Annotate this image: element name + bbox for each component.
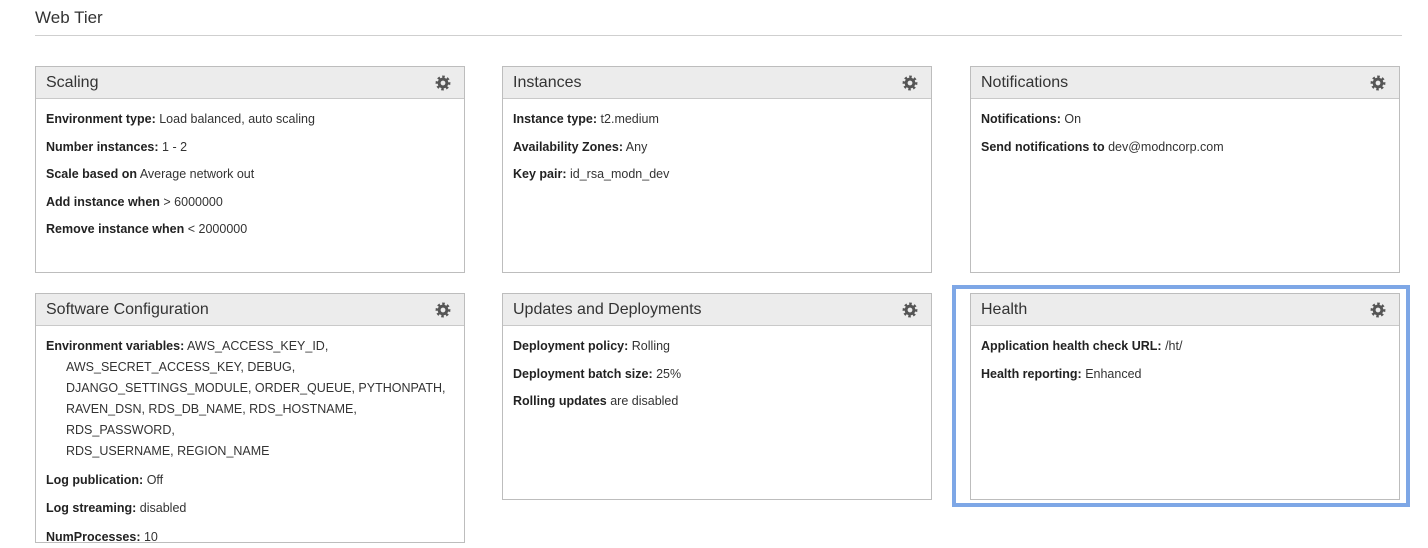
instances-row-instance-type: Instance type: t2.medium [513, 109, 921, 129]
row-value: Any [625, 139, 648, 154]
card-header: Scaling [36, 67, 464, 99]
health-row-reporting: Health reporting: Enhanced [981, 364, 1389, 384]
card-header: Health [971, 294, 1399, 326]
notifications-row-status: Notifications: On [981, 109, 1389, 129]
row-value: /ht/ [1165, 339, 1183, 353]
env-var-line: RDS_USERNAME, REGION_NAME [66, 444, 270, 458]
card-title: Notifications [981, 73, 1069, 91]
gear-icon[interactable] [1369, 74, 1387, 92]
row-value: < 2000000 [187, 222, 248, 236]
row-value: 25% [656, 366, 682, 381]
notifications-row-email: Send notifications to dev@modncorp.com [981, 137, 1389, 157]
card-header: Updates and Deployments [503, 294, 931, 326]
gear-icon[interactable] [434, 301, 452, 319]
row-label: Application health check URL: [981, 339, 1162, 353]
notifications-card: Notifications Notifications: On Send not… [970, 66, 1400, 273]
updates-deployments-card: Updates and Deployments Deployment polic… [502, 293, 932, 500]
row-value: On [1064, 112, 1082, 126]
scaling-card: Scaling Environment type: Load balanced,… [35, 66, 465, 273]
row-value: > 6000000 [163, 194, 223, 209]
row-value: Enhanced [1085, 366, 1142, 381]
row-label: Key pair: [513, 167, 567, 181]
updates-row-rolling-updates: Rolling updates are disabled [513, 391, 921, 411]
env-var-line: AWS_ACCESS_KEY_ID, [187, 339, 329, 353]
scaling-row-remove-instance: Remove instance when < 2000000 [46, 219, 454, 239]
software-configuration-card: Software Configuration Environment varia… [35, 293, 465, 544]
row-label: Health reporting: [981, 366, 1082, 381]
row-value: dev@modncorp.com [1108, 139, 1224, 154]
row-label: Environment type: [46, 112, 156, 126]
updates-row-deployment-policy: Deployment policy: Rolling [513, 336, 921, 356]
row-value: disabled [139, 501, 187, 515]
gear-icon[interactable] [901, 74, 919, 92]
row-value: Off [146, 472, 164, 487]
row-label: Environment variables: [46, 339, 185, 353]
row-label: Add instance when [46, 194, 160, 209]
row-label: Scale based on [46, 167, 138, 181]
row-label: Log streaming: [46, 501, 137, 515]
env-var-line: AWS_SECRET_ACCESS_KEY, DEBUG, [66, 360, 296, 374]
updates-row-batch-size: Deployment batch size: 25% [513, 364, 921, 384]
health-row-check-url: Application health check URL: /ht/ [981, 336, 1389, 356]
row-value: t2.medium [600, 112, 659, 126]
card-title: Health [981, 300, 1028, 318]
row-label: Instance type: [513, 112, 598, 126]
health-card: Health Application health check URL: /ht… [970, 293, 1400, 500]
scaling-row-scale-based-on: Scale based on Average network out [46, 164, 454, 184]
row-label: Send notifications to [981, 139, 1105, 154]
gear-icon[interactable] [901, 301, 919, 319]
row-value: Average network out [139, 167, 255, 181]
software-row-log-publication: Log publication: Off [46, 470, 454, 491]
card-header: Notifications [971, 67, 1399, 99]
row-value: are disabled [610, 394, 679, 408]
env-var-line: DJANGO_SETTINGS_MODULE, ORDER_QUEUE, PYT… [66, 381, 446, 395]
scaling-row-number-instances: Number instances: 1 - 2 [46, 137, 454, 157]
scaling-row-add-instance: Add instance when > 6000000 [46, 192, 454, 212]
card-title: Software Configuration [46, 300, 209, 318]
instances-card: Instances Instance type: t2.medium Avail… [502, 66, 932, 273]
software-row-environment-variables: Environment variables: AWS_ACCESS_KEY_ID… [46, 336, 454, 462]
software-row-num-processes: NumProcesses: 10 [46, 527, 454, 548]
instances-row-key-pair: Key pair: id_rsa_modn_dev [513, 164, 921, 184]
row-value: Rolling [631, 339, 670, 353]
row-label: Rolling updates [513, 394, 607, 408]
card-title: Updates and Deployments [513, 300, 702, 318]
row-value: id_rsa_modn_dev [569, 167, 670, 181]
row-label: Deployment batch size: [513, 366, 653, 381]
env-var-line: RAVEN_DSN, RDS_DB_NAME, RDS_HOSTNAME, RD… [66, 402, 357, 437]
row-label: Deployment policy: [513, 339, 629, 353]
row-value: 1 - 2 [162, 139, 188, 154]
section-title: Web Tier [35, 8, 103, 27]
card-title: Scaling [46, 73, 99, 91]
row-label: Number instances: [46, 139, 159, 154]
row-label: Notifications: [981, 112, 1061, 126]
card-header: Software Configuration [36, 294, 464, 326]
row-value: Load balanced, auto scaling [159, 112, 315, 126]
software-row-log-streaming: Log streaming: disabled [46, 498, 454, 519]
row-label: Log publication: [46, 472, 144, 487]
card-title: Instances [513, 73, 582, 91]
instances-row-availability-zones: Availability Zones: Any [513, 137, 921, 157]
scaling-row-environment-type: Environment type: Load balanced, auto sc… [46, 109, 454, 129]
row-label: Remove instance when [46, 222, 185, 236]
gear-icon[interactable] [434, 74, 452, 92]
section-divider [35, 35, 1402, 36]
row-label: Availability Zones: [513, 139, 623, 154]
card-header: Instances [503, 67, 931, 99]
gear-icon[interactable] [1369, 301, 1387, 319]
